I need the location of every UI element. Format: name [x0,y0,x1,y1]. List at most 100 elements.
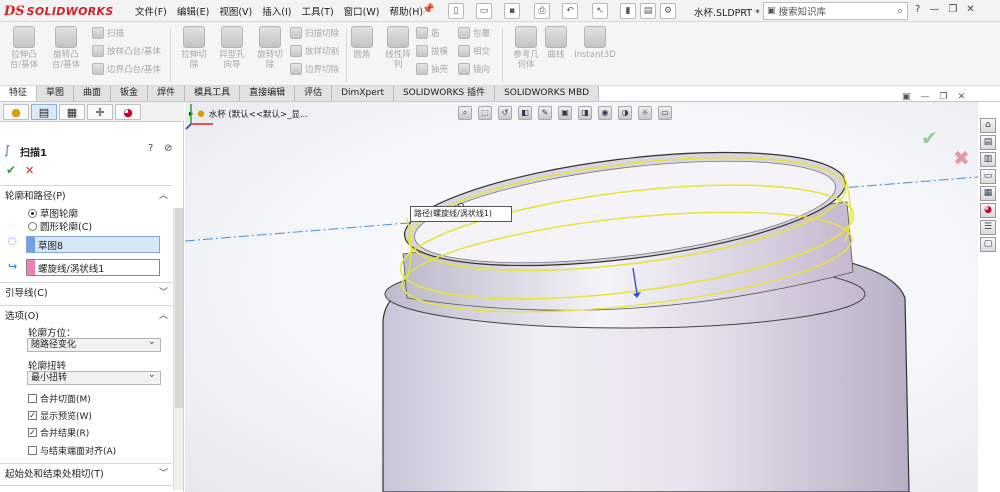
tab-features[interactable]: 特征 [0,86,38,101]
view-orientation-icon[interactable]: ▣ [558,106,572,120]
search-icon[interactable]: ⌕ [897,4,903,18]
cancel-x-icon[interactable]: ✕ [25,164,34,177]
dynamic-annotation-icon[interactable]: ✎ [538,106,552,120]
tab-weldments[interactable]: 焊件 [148,86,186,101]
previous-view-icon[interactable]: ↺ [498,106,512,120]
path-callout[interactable]: 路径(螺旋线/涡状线1) [410,206,512,222]
profile-path-section-header[interactable]: 轮廓和路径(P) ︿ [0,188,172,205]
display-style-icon[interactable]: ◨ [578,106,592,120]
circular-profile-radio[interactable]: 圆形轮廓(C) [28,219,92,233]
close-icon[interactable]: ✕ [966,4,974,15]
guide-curves-section-header[interactable]: 引导线(C) ﹀ [0,285,172,302]
intersect-button[interactable]: 相交 [458,42,490,60]
swept-cut-button[interactable]: 扫描切除 [290,24,339,42]
ok-check-icon[interactable]: ✔ [6,163,16,177]
loft-boss-button[interactable]: 放样凸台/基体 [92,42,161,60]
linear-pattern-button[interactable]: 线性阵 列 [376,26,420,70]
resources-icon[interactable]: ▤ [980,135,996,150]
boundary-boss-button[interactable]: 边界凸台/基体 [92,60,161,78]
view-palette-icon[interactable]: ▦ [980,186,996,201]
menu-view[interactable]: 视图(V) [214,4,257,18]
menu-window[interactable]: 窗口(W) [339,4,385,18]
tangency-section-header[interactable]: 起始处和结束处相切(T) ﹀ [0,466,172,483]
cancel-x-icon[interactable]: ✖ [953,146,970,170]
tab-evaluate[interactable]: 评估 [295,86,333,101]
tab-addins[interactable]: SOLIDWORKS 插件 [393,86,496,101]
merge-result-checkbox[interactable]: ✓ 合并结果(R) [28,426,89,439]
undo-icon[interactable]: ↶ [562,3,578,19]
details-icon[interactable]: ⊘ [164,143,172,154]
sweep-button[interactable]: 扫描 [92,24,161,42]
profile-selection-field[interactable]: 草图8 [26,236,160,253]
solidworks-logo[interactable]: DS SOLIDWORKS [4,3,114,19]
rib-button[interactable]: 筋 [416,24,448,42]
zoom-to-fit-icon[interactable]: ⌕ [458,106,472,120]
display-manager-tab-icon[interactable]: ◕ [115,104,141,120]
restore-icon[interactable]: ❐ [948,4,957,15]
tab-mold-tools[interactable]: 模具工具 [185,86,241,101]
viewport-restore-icon[interactable]: ❐ [940,92,948,102]
dimxpert-tab-icon[interactable]: ✛ [87,104,113,120]
menu-tools[interactable]: 工具(T) [296,4,338,18]
view-settings-icon[interactable]: ▭ [658,106,672,120]
help-icon[interactable]: ? [915,4,920,15]
property-manager-tab-icon[interactable]: ▤ [31,104,57,120]
file-explorer-icon[interactable]: ▭ [980,169,996,184]
zoom-area-icon[interactable]: ⬚ [478,106,492,120]
tab-dimxpert[interactable]: DimXpert [332,86,394,101]
tab-mbd[interactable]: SOLIDWORKS MBD [495,86,600,101]
revolved-boss-button[interactable]: 旋转凸 台/基体 [44,26,88,70]
viewport-close-icon[interactable]: ✕ [958,92,966,102]
new-icon[interactable]: ▯ [448,3,464,19]
extruded-boss-button[interactable]: 拉伸凸 台/基体 [2,26,46,70]
confirm-check-icon[interactable]: ✔ [921,126,938,150]
section-view-icon[interactable]: ◧ [518,106,532,120]
help-icon[interactable]: ? [148,143,153,154]
tab-direct-editing[interactable]: 直接编辑 [240,86,296,101]
boundary-cut-button[interactable]: 边界切除 [290,60,339,78]
hide-show-icon[interactable]: ◉ [598,106,612,120]
save-icon[interactable]: ▪ [504,3,520,19]
select-icon[interactable]: ↖ [592,3,608,19]
menu-file[interactable]: 文件(F) [130,4,172,18]
open-icon[interactable]: ▭ [476,3,492,19]
search-input[interactable]: ▣ 搜索知识库 ⌕ [763,2,908,20]
home-icon[interactable]: ⌂ [980,118,996,133]
lofted-cut-button[interactable]: 放样切割 [290,42,339,60]
appearances-icon[interactable]: ◕ [980,203,996,218]
feature-tree-tab-icon[interactable]: ● [3,104,29,120]
file-properties-icon[interactable]: ▤ [640,3,656,19]
design-library-icon[interactable]: ▥ [980,152,996,167]
instant3d-button[interactable]: Instant3D [570,26,620,60]
mirror-button[interactable]: 镜向 [458,60,490,78]
wrap-button[interactable]: 包覆 [458,24,490,42]
sketch-profile-radio[interactable]: 草图轮廓 [28,206,78,220]
minimize-icon[interactable]: — [929,4,939,15]
graphics-area[interactable]: ▸ ● 水杯 (默认<<默认>_显... ⌕ ⬚ ↺ ◧ ✎ ▣ ◨ ◉ ◑ ☼… [185,102,978,492]
draft-button[interactable]: 拔模 [416,42,448,60]
configuration-manager-tab-icon[interactable]: ▦ [59,104,85,120]
rebuild-icon[interactable]: ▮ [620,3,636,19]
pin-icon[interactable]: 📌 [422,4,434,15]
panel-scrollbar[interactable] [173,208,183,490]
twist-dropdown[interactable]: 最小扭转 [27,369,161,385]
tab-surfaces[interactable]: 曲面 [74,86,112,101]
shell-button[interactable]: 抽壳 [416,60,448,78]
menu-insert[interactable]: 插入(I) [257,4,296,18]
apply-scene-icon[interactable]: ☼ [638,106,652,120]
path-selection-field[interactable]: 螺旋线/涡状线1 [26,259,160,276]
align-end-checkbox[interactable]: 与结束端面对齐(A) [28,444,116,457]
tab-sketch[interactable]: 草图 [37,86,75,101]
print-icon[interactable]: ⎙ [534,3,550,19]
custom-properties-icon[interactable]: ☰ [980,220,996,235]
viewport-expand-icon[interactable]: ▣ [902,92,911,102]
edit-appearance-icon[interactable]: ◑ [618,106,632,120]
options-gear-icon[interactable]: ⚙ [660,3,676,19]
viewport-minimize-icon[interactable]: — [921,92,930,102]
forum-icon[interactable]: ▢ [980,237,996,252]
scrollbar-thumb[interactable] [175,208,183,408]
revolved-cut-button[interactable]: 旋转切 除 [248,26,292,70]
orientation-dropdown[interactable]: 随路径变化 [27,336,161,352]
tab-sheet-metal[interactable]: 钣金 [111,86,149,101]
show-preview-checkbox[interactable]: ✓ 显示预览(W) [28,409,92,422]
